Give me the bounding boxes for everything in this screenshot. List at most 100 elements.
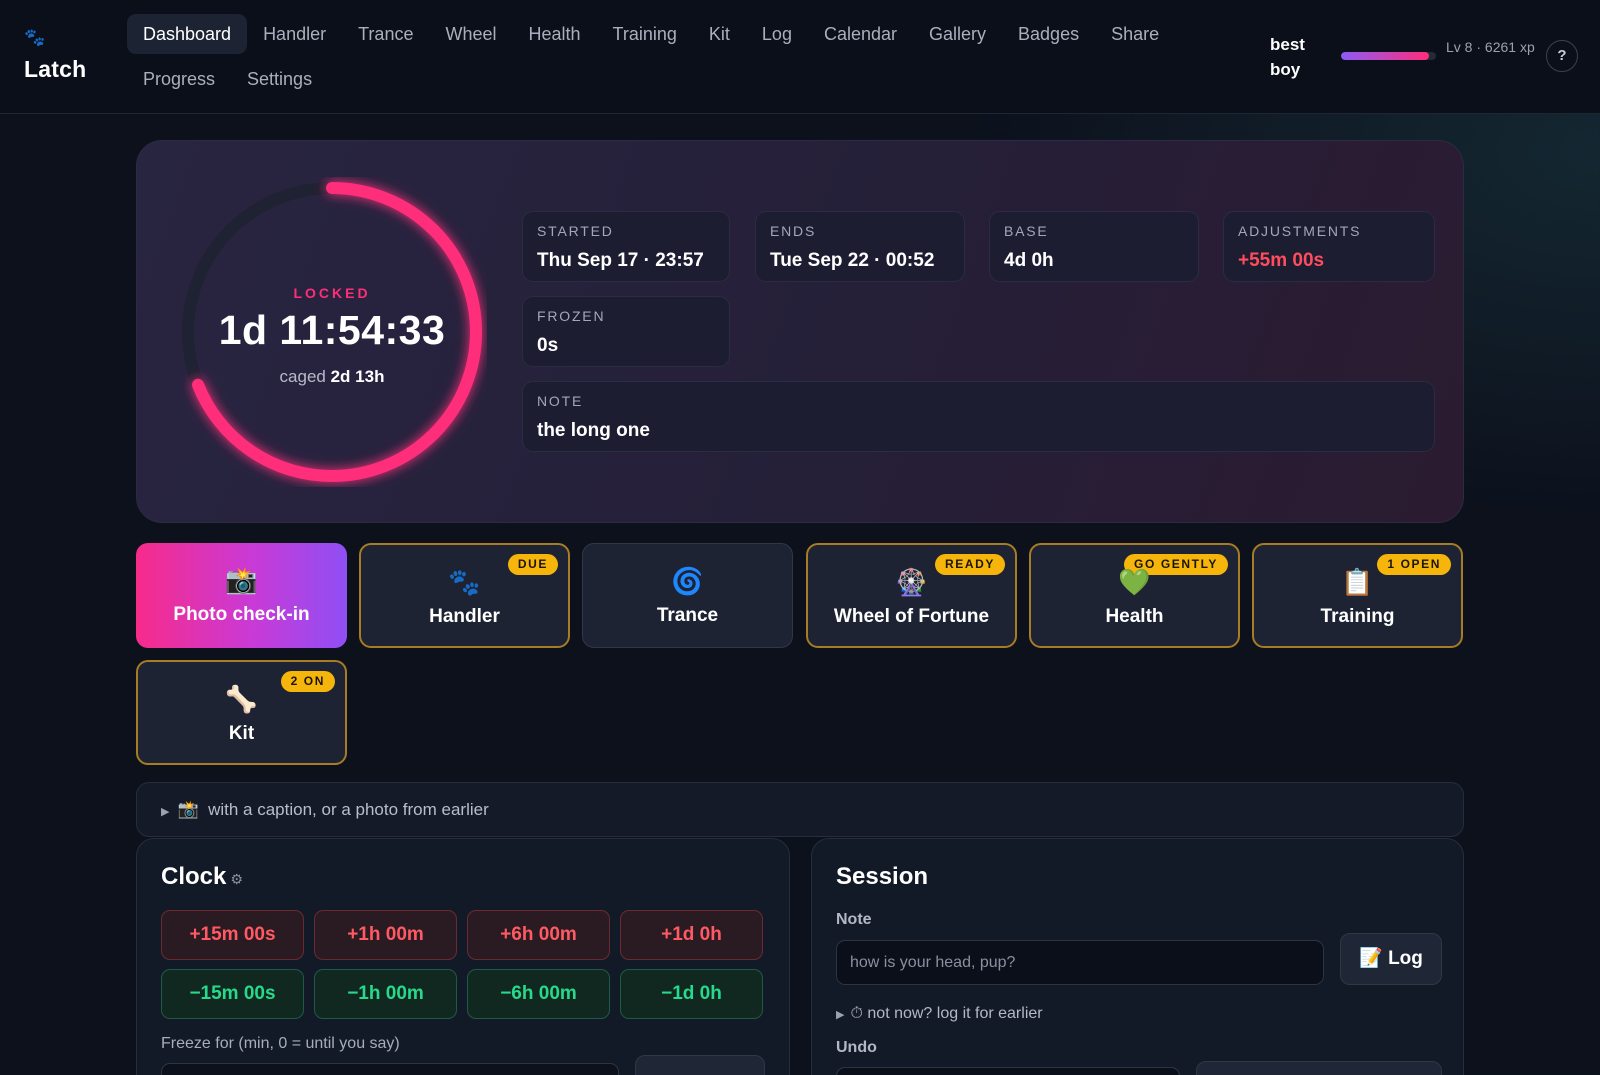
nav-item-log[interactable]: Log	[746, 14, 808, 54]
photo-caption-expander[interactable]: ▶ 📸 with a caption, or a photo from earli…	[136, 782, 1464, 837]
nav-row: Dashboard Handler Trance Wheel Health Trainin…	[127, 14, 1227, 54]
stat-label: STARTED	[537, 223, 614, 239]
tile-label: Kit	[228, 723, 255, 744]
nav-row: Progress Settings	[127, 59, 1227, 99]
add-1d-button[interactable]: +1d 0h	[620, 910, 763, 960]
log-button-label: Log	[1388, 948, 1423, 969]
clock-panel: Clock ⚙ +15m 00s +1h 00m +6h 00m +1d 0h −…	[136, 838, 790, 1075]
tile-label: Handler	[429, 606, 500, 627]
nav-item-settings[interactable]: Settings	[231, 59, 328, 99]
nav-item-trance[interactable]: Trance	[342, 14, 429, 54]
subtract-1d-button[interactable]: −1d 0h	[620, 969, 763, 1019]
log-earlier-expander[interactable]: ▶ ⏱ not now? log it for earlier	[836, 1005, 1043, 1023]
panel-title: Session	[836, 863, 929, 890]
nav-item-health[interactable]: Health	[513, 14, 597, 54]
tile-photo-check-in[interactable]: 📸 Photo check-in	[136, 543, 347, 648]
brand-name: Latch	[24, 56, 87, 82]
nav-item-calendar[interactable]: Calendar	[808, 14, 913, 54]
camera-flash-icon: 📸	[177, 800, 199, 819]
green-heart-icon: 💚	[1118, 567, 1151, 597]
stat-started: STARTED Thu Sep 17 · 23:57	[522, 211, 730, 282]
bone-icon: 🦴	[225, 684, 258, 714]
tile-training[interactable]: 1 OPEN 📋 Training	[1252, 543, 1463, 648]
clock-title: Clock	[161, 863, 227, 890]
ferris-wheel-icon: 🎡	[895, 567, 928, 597]
memo-icon: 📝	[1359, 948, 1383, 969]
undo-select[interactable]	[836, 1067, 1180, 1075]
session-panel: Session Note 📝 Log ▶ ⏱ not now? log it fo…	[811, 838, 1464, 1075]
add-1h-button[interactable]: +1h 00m	[314, 910, 457, 960]
stat-value: +55m 00s	[1238, 250, 1325, 271]
add-15m-button[interactable]: +15m 00s	[161, 910, 304, 960]
remaining-time: 1d 11:54:33	[218, 307, 446, 353]
help-button[interactable]: ?	[1546, 40, 1578, 72]
log-button[interactable]: 📝 Log	[1340, 933, 1442, 985]
nav-item-badges[interactable]: Badges	[1002, 14, 1095, 54]
stat-label: NOTE	[537, 393, 584, 409]
stat-label: ENDS	[770, 223, 817, 239]
stat-value: Thu Sep 17 · 23:57	[537, 250, 704, 271]
lock-status-label: LOCKED	[293, 285, 371, 301]
camera-flash-icon: 📸	[225, 565, 258, 595]
tile-label: Photo check-in	[173, 604, 310, 625]
user-name[interactable]: best boy	[1270, 32, 1324, 82]
xp-progress-bar	[1341, 52, 1436, 60]
stat-ends: ENDS Tue Sep 22 · 00:52	[755, 211, 965, 282]
brand[interactable]: 🐾 Latch	[24, 26, 104, 83]
expand-triangle-icon: ▶	[161, 806, 170, 818]
undo-button[interactable]	[1196, 1061, 1442, 1075]
freeze-minutes-input[interactable]	[161, 1063, 619, 1075]
nav-item-kit[interactable]: Kit	[693, 14, 746, 54]
nav-item-handler[interactable]: Handler	[247, 14, 342, 54]
tile-label: Health	[1105, 606, 1164, 627]
tile-kit[interactable]: 2 ON 🦴 Kit	[136, 660, 347, 765]
tile-trance[interactable]: 🌀 Trance	[582, 543, 793, 648]
stat-value: Tue Sep 22 · 00:52	[770, 250, 935, 271]
note-label: Note	[836, 911, 872, 928]
subtract-1h-button[interactable]: −1h 00m	[314, 969, 457, 1019]
stat-value: 0s	[537, 335, 559, 356]
nav-item-progress[interactable]: Progress	[127, 59, 231, 99]
tile-handler[interactable]: DUE 🐾 Handler	[359, 543, 570, 648]
subtract-6h-button[interactable]: −6h 00m	[467, 969, 610, 1019]
countdown-ring: LOCKED 1d 11:54:33 caged 2d 13h	[177, 177, 487, 487]
expander-label: with a caption, or a photo from earlier	[208, 800, 489, 819]
main-nav: Dashboard Handler Trance Wheel Health Trainin…	[127, 14, 1227, 104]
freeze-label: Freeze for (min, 0 = until you say)	[161, 1035, 400, 1052]
log-earlier-label: ⏱ not now? log it for earlier	[850, 1005, 1043, 1022]
caged-value: 2d 13h	[330, 367, 385, 386]
paw-icon: 🐾	[448, 567, 481, 597]
stat-label: BASE	[1004, 223, 1049, 239]
paw-icon: 🐾	[24, 28, 46, 47]
nav-item-gallery[interactable]: Gallery	[913, 14, 1002, 54]
clipboard-icon: 📋	[1341, 567, 1374, 597]
stat-adjustments: ADJUSTMENTS +55m 00s	[1223, 211, 1435, 282]
tile-label: Trance	[656, 605, 719, 626]
caged-duration: caged 2d 13h	[177, 367, 487, 387]
gear-icon[interactable]: ⚙	[230, 871, 243, 887]
stat-note: NOTE the long one	[522, 381, 1435, 452]
nav-item-share[interactable]: Share	[1095, 14, 1175, 54]
subtract-15m-button[interactable]: −15m 00s	[161, 969, 304, 1019]
stat-value: 4d 0h	[1004, 250, 1054, 271]
expand-triangle-icon: ▶	[836, 1009, 845, 1021]
tile-wheel-of-fortune[interactable]: READY 🎡 Wheel of Fortune	[806, 543, 1017, 648]
panel-title: Clock ⚙	[161, 863, 243, 891]
stat-base: BASE 4d 0h	[989, 211, 1199, 282]
undo-label: Undo	[836, 1039, 877, 1056]
nav-item-wheel[interactable]: Wheel	[429, 14, 512, 54]
freeze-button[interactable]	[635, 1055, 765, 1075]
nav-item-training[interactable]: Training	[597, 14, 693, 54]
session-note-input[interactable]	[836, 940, 1324, 985]
caged-label: caged	[279, 367, 326, 386]
spiral-icon: 🌀	[671, 566, 704, 596]
tile-health[interactable]: GO GENTLY 💚 Health	[1029, 543, 1240, 648]
stat-label: FROZEN	[537, 308, 606, 324]
xp-progress-fill	[1341, 52, 1430, 60]
tile-label: Training	[1320, 606, 1395, 627]
nav-item-dashboard[interactable]: Dashboard	[127, 14, 248, 54]
level-xp-text: Lv 8 · 6261 xp	[1446, 39, 1535, 55]
stat-label: ADJUSTMENTS	[1238, 223, 1362, 239]
add-6h-button[interactable]: +6h 00m	[467, 910, 610, 960]
stat-value: the long one	[537, 420, 650, 441]
